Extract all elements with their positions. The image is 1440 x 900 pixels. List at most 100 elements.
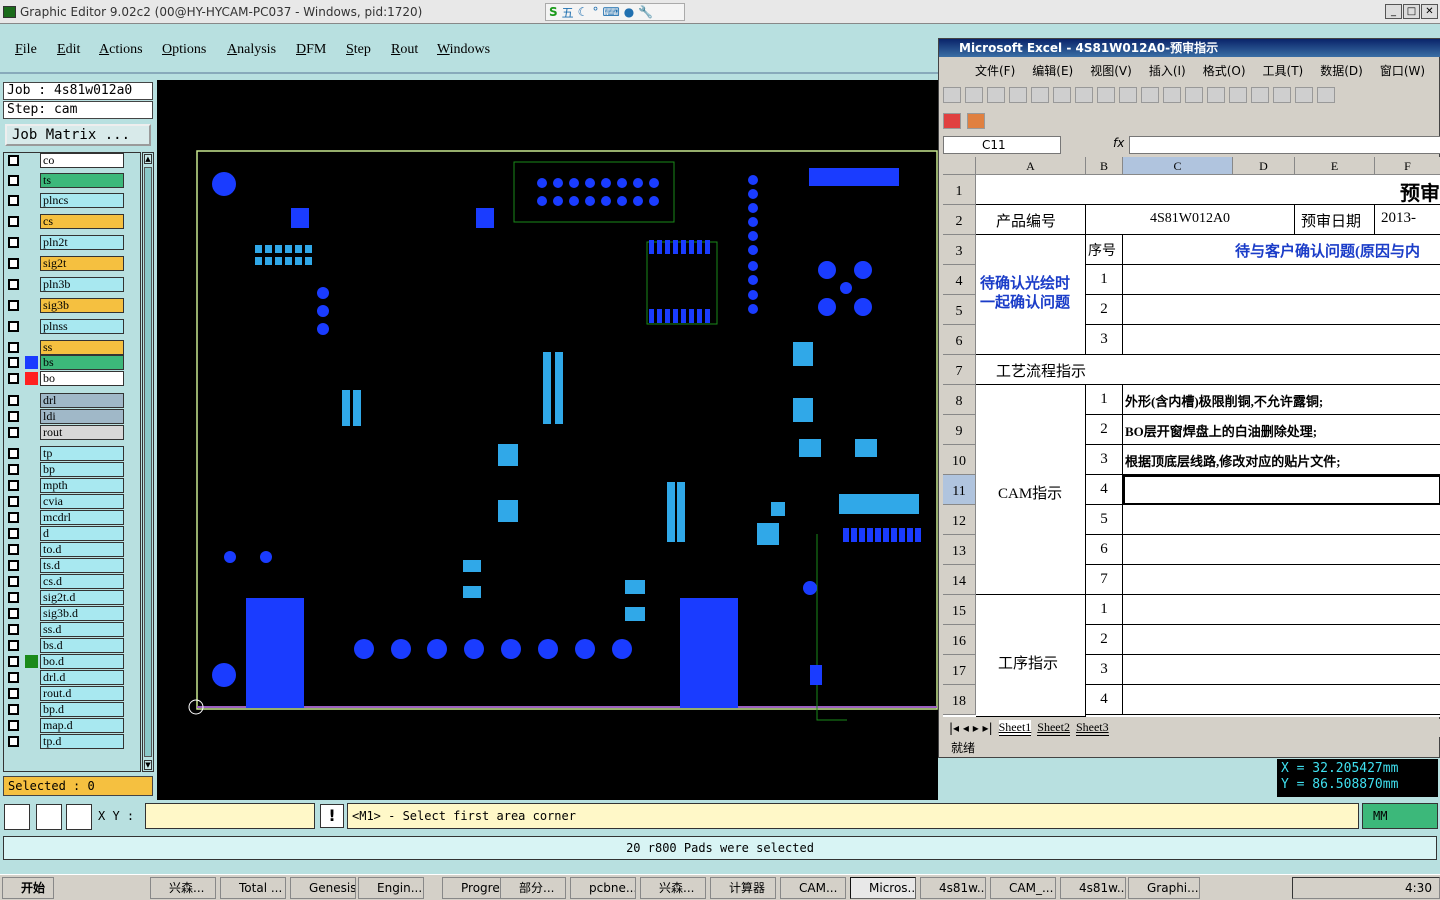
row-header[interactable]: 17: [943, 655, 976, 685]
taskbar-item[interactable]: Progress: [442, 877, 508, 899]
cell[interactable]: [1123, 595, 1440, 625]
layer-swatch[interactable]: [25, 341, 38, 354]
row-header[interactable]: 13: [943, 535, 976, 565]
taskbar-item[interactable]: Total ...: [220, 877, 286, 899]
cut-icon[interactable]: [1141, 87, 1159, 103]
permission-icon[interactable]: [1009, 87, 1027, 103]
row-header[interactable]: 16: [943, 625, 976, 655]
layer-row[interactable]: pln3b: [4, 277, 140, 292]
seq-num[interactable]: 1: [1086, 595, 1123, 625]
menu-options[interactable]: Options: [162, 42, 206, 58]
formula-bar[interactable]: [1129, 136, 1440, 154]
layer-swatch[interactable]: [25, 527, 38, 540]
layer-checkbox[interactable]: [8, 448, 19, 459]
layer-name[interactable]: sig2t: [40, 256, 124, 271]
layer-scrollbar[interactable]: ▲ ▼: [142, 152, 154, 772]
layer-swatch[interactable]: [25, 215, 38, 228]
pending-label[interactable]: 待确认光绘时一起确认问题: [976, 235, 1086, 355]
layer-swatch[interactable]: [25, 735, 38, 748]
layer-checkbox[interactable]: [8, 464, 19, 475]
pcb-drawing[interactable]: [157, 80, 938, 800]
minimize-button[interactable]: _: [1385, 4, 1402, 19]
redo-icon[interactable]: [1251, 87, 1269, 103]
layer-swatch[interactable]: [25, 559, 38, 572]
layer-name[interactable]: rout.d: [40, 686, 124, 701]
layer-name[interactable]: pln3b: [40, 277, 124, 292]
layer-swatch[interactable]: [25, 591, 38, 604]
xy-input[interactable]: [145, 803, 315, 829]
seq-num[interactable]: 1: [1086, 265, 1123, 295]
layer-name[interactable]: pln2t: [40, 235, 124, 250]
layer-name[interactable]: ss.d: [40, 622, 124, 637]
layer-row[interactable]: bo.d: [4, 654, 140, 669]
layer-row[interactable]: ldi: [4, 409, 140, 424]
seq-num[interactable]: 6: [1086, 535, 1123, 565]
layer-name[interactable]: bp: [40, 462, 124, 477]
layer-row[interactable]: sig3b: [4, 298, 140, 313]
taskbar-item[interactable]: pcbne...: [570, 877, 636, 899]
seq-num[interactable]: 3: [1086, 655, 1123, 685]
pending-header[interactable]: 待与客户确认问题(原因与内: [1123, 235, 1440, 265]
layer-row[interactable]: mpth: [4, 478, 140, 493]
cell[interactable]: [1123, 685, 1440, 715]
layer-checkbox[interactable]: [8, 576, 19, 587]
tab-nav-icon[interactable]: |◂ ◂ ▸ ▸|: [949, 721, 993, 735]
row-header[interactable]: 2: [943, 205, 976, 235]
layer-row[interactable]: plncs: [4, 193, 140, 208]
taskbar-item[interactable]: 4s81w...: [1060, 877, 1126, 899]
cam-item[interactable]: 外形(含内槽)极限削铜,不允许露铜;: [1123, 385, 1440, 415]
taskbar-item[interactable]: 兴森...: [150, 877, 216, 899]
layer-row[interactable]: to.d: [4, 542, 140, 557]
cam-label[interactable]: CAM指示: [976, 385, 1086, 595]
keyboard-icon[interactable]: ⌨: [602, 5, 619, 19]
layer-name[interactable]: mcdrl: [40, 510, 124, 525]
measure-icon[interactable]: [36, 804, 62, 830]
layer-name[interactable]: plncs: [40, 193, 124, 208]
layer-row[interactable]: drl: [4, 393, 140, 408]
seq-num[interactable]: 3: [1086, 445, 1123, 475]
layer-row[interactable]: cvia: [4, 494, 140, 509]
preview-icon[interactable]: [1075, 87, 1093, 103]
layer-row[interactable]: bp: [4, 462, 140, 477]
row-header[interactable]: 7: [943, 355, 976, 385]
warning-button[interactable]: !: [320, 804, 344, 828]
menu-analysis[interactable]: Analysis: [227, 42, 276, 58]
layer-checkbox[interactable]: [8, 528, 19, 539]
layer-checkbox[interactable]: [8, 736, 19, 747]
layer-checkbox[interactable]: [8, 357, 19, 368]
row-header[interactable]: 14: [943, 565, 976, 595]
layer-name[interactable]: ss: [40, 340, 124, 355]
layer-swatch[interactable]: [25, 479, 38, 492]
layer-checkbox[interactable]: [8, 373, 19, 384]
seq-num[interactable]: 1: [1086, 385, 1123, 415]
wrench-icon[interactable]: 🔧: [638, 5, 653, 19]
moon-icon[interactable]: ☾: [578, 5, 589, 19]
print-icon[interactable]: [1053, 87, 1071, 103]
layer-name[interactable]: to.d: [40, 542, 124, 557]
layer-row[interactable]: rout.d: [4, 686, 140, 701]
menu-file[interactable]: File: [15, 42, 37, 58]
layer-swatch[interactable]: [25, 607, 38, 620]
taskbar-item[interactable]: 部分...: [500, 877, 566, 899]
fx-icon[interactable]: fx: [1113, 136, 1124, 150]
seq-num[interactable]: 2: [1086, 415, 1123, 445]
menu-dfm[interactable]: DFM: [296, 42, 326, 58]
user-icon[interactable]: ●: [624, 5, 634, 19]
layer-name[interactable]: tp.d: [40, 734, 124, 749]
col-header[interactable]: E: [1295, 157, 1375, 175]
layer-row[interactable]: mcdrl: [4, 510, 140, 525]
product-value[interactable]: 4S81W012A0: [1086, 205, 1295, 235]
undo-icon[interactable]: [1229, 87, 1247, 103]
menu-step[interactable]: Step: [346, 42, 371, 58]
layer-swatch[interactable]: [25, 410, 38, 423]
layer-checkbox[interactable]: [8, 672, 19, 683]
paste-icon[interactable]: [1185, 87, 1203, 103]
seq-num[interactable]: 4: [1086, 685, 1123, 715]
layer-checkbox[interactable]: [8, 411, 19, 422]
layer-checkbox[interactable]: [8, 544, 19, 555]
pdf-icon[interactable]: [943, 113, 961, 129]
clock[interactable]: 4:30: [1292, 877, 1440, 899]
layer-name[interactable]: drl.d: [40, 670, 124, 685]
layer-row[interactable]: rout: [4, 425, 140, 440]
layer-swatch[interactable]: [25, 299, 38, 312]
